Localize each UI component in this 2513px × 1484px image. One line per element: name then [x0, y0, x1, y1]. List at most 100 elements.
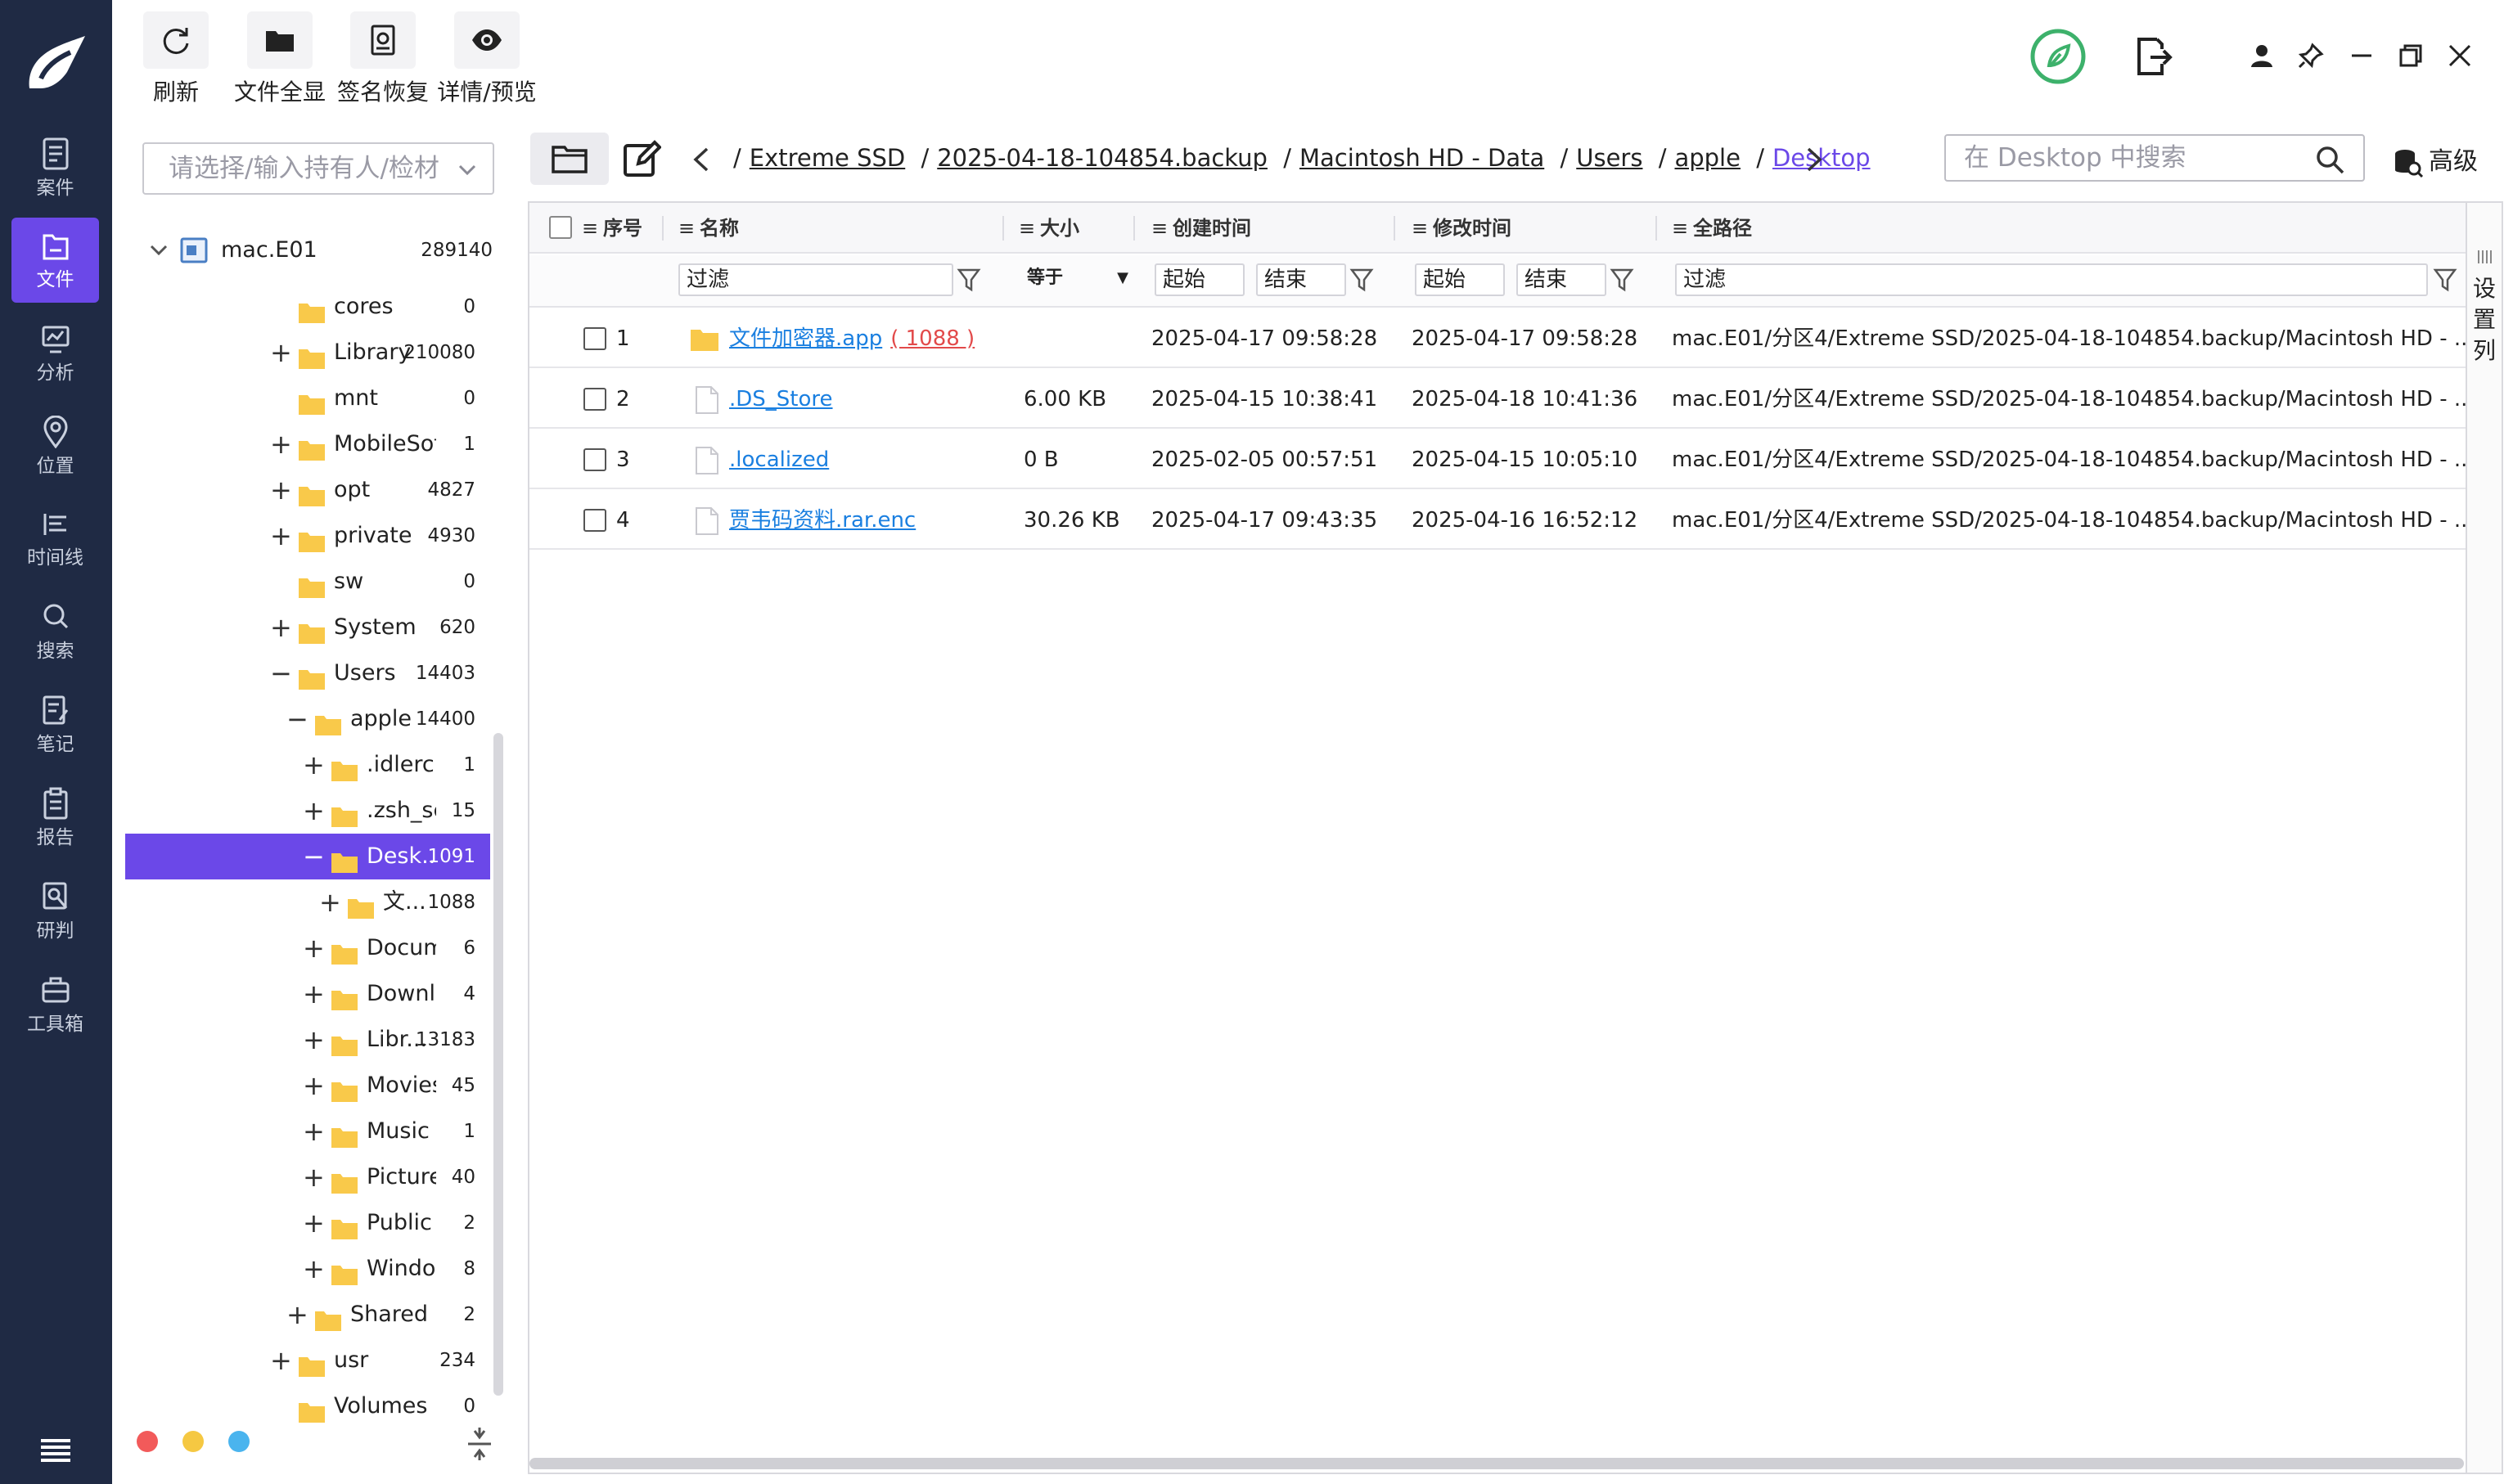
- nav-item-notes[interactable]: 笔记: [11, 682, 99, 767]
- nav-item-judge[interactable]: 研判: [11, 869, 99, 954]
- expand-icon[interactable]: +: [270, 605, 292, 650]
- expand-icon[interactable]: +: [303, 971, 325, 1017]
- select-all-checkbox[interactable]: [549, 216, 572, 239]
- path-filter-input[interactable]: 过滤: [1675, 263, 2428, 296]
- nav-item-timeline[interactable]: 时间线: [11, 496, 99, 581]
- nav-item-files[interactable]: 文件: [11, 218, 99, 303]
- expand-icon[interactable]: +: [303, 742, 325, 788]
- child-count-link[interactable]: ( 1088 ): [890, 326, 975, 351]
- breadcrumb-segment[interactable]: Users: [1576, 144, 1642, 172]
- collapse-icon[interactable]: [465, 1428, 494, 1460]
- expand-icon[interactable]: +: [270, 330, 292, 375]
- user-button[interactable]: [2249, 43, 2275, 69]
- column-divider[interactable]: [1655, 216, 1657, 241]
- expand-icon[interactable]: +: [303, 1017, 325, 1063]
- row-checkbox[interactable]: [583, 388, 606, 411]
- blue-dot[interactable]: [228, 1431, 250, 1452]
- show-all-files-button[interactable]: 文件全显: [231, 11, 329, 106]
- tree-node[interactable]: + .zsh_se... 15: [125, 788, 485, 834]
- filter-icon[interactable]: [1349, 267, 1374, 293]
- table-row[interactable]: 3 .localized 0 B 2025-02-05 00:57:51 202…: [529, 430, 2475, 489]
- filter-icon[interactable]: [1610, 267, 1634, 293]
- tree-node[interactable]: − Users 14403: [125, 650, 485, 696]
- expand-icon[interactable]: +: [303, 1109, 325, 1154]
- nav-item-search[interactable]: 搜索: [11, 589, 99, 674]
- restore-button[interactable]: [2398, 43, 2424, 69]
- expand-icon[interactable]: +: [303, 1063, 325, 1109]
- horizontal-scrollbar[interactable]: [529, 1458, 2464, 1469]
- detail-preview-button[interactable]: 详情/预览: [434, 11, 540, 106]
- collapse-toggle-icon[interactable]: −: [303, 834, 325, 879]
- collapse-toggle-icon[interactable]: −: [270, 650, 292, 696]
- export-button[interactable]: [2132, 36, 2173, 77]
- header-fullpath[interactable]: ≡ 全路径: [1672, 203, 1752, 254]
- breadcrumb-segment[interactable]: Macintosh HD - Data: [1299, 144, 1544, 172]
- tree-node[interactable]: + Downlo... 4: [125, 971, 485, 1017]
- expand-icon[interactable]: +: [303, 925, 325, 971]
- modified-start-input[interactable]: 起始: [1415, 263, 1505, 296]
- tree-node[interactable]: − Desk... 1091: [125, 834, 490, 879]
- size-operator-select[interactable]: 等于 ▼: [1020, 263, 1135, 296]
- edit-path-icon[interactable]: [622, 139, 661, 178]
- row-name-link[interactable]: 贾韦码资料.rar.enc: [729, 491, 916, 550]
- expand-icon[interactable]: +: [319, 879, 341, 925]
- row-name-link[interactable]: .DS_Store: [729, 370, 833, 429]
- breadcrumb-segment[interactable]: Extreme SSD: [750, 144, 905, 172]
- minimize-button[interactable]: [2349, 43, 2375, 69]
- table-row[interactable]: 2 .DS_Store 6.00 KB 2025-04-15 10:38:41 …: [529, 370, 2475, 429]
- breadcrumb-segment[interactable]: apple: [1674, 144, 1741, 172]
- tree-node[interactable]: + .idlerc 1: [125, 742, 485, 788]
- expand-icon[interactable]: +: [303, 788, 325, 834]
- tree-node[interactable]: + Pictures 40: [125, 1154, 485, 1200]
- nav-item-location[interactable]: 位置: [11, 404, 99, 489]
- row-checkbox[interactable]: [583, 448, 606, 471]
- nav-item-analysis[interactable]: 分析: [11, 311, 99, 396]
- refresh-button[interactable]: 刷新: [143, 11, 209, 106]
- nav-item-case[interactable]: 案件: [11, 126, 99, 211]
- tree-node[interactable]: cores 0: [125, 284, 485, 330]
- yellow-dot[interactable]: [182, 1431, 204, 1452]
- signature-recovery-button[interactable]: 签名恢复: [334, 11, 432, 106]
- created-end-input[interactable]: 结束: [1256, 263, 1346, 296]
- column-divider[interactable]: [1394, 216, 1395, 241]
- forward-arrow-icon[interactable]: [1804, 146, 1825, 173]
- status-indicator[interactable]: [2029, 28, 2087, 85]
- filter-icon[interactable]: [2433, 267, 2457, 293]
- column-divider[interactable]: [1002, 216, 1004, 241]
- row-checkbox[interactable]: [583, 509, 606, 532]
- menu-icon[interactable]: [38, 1436, 74, 1465]
- table-row[interactable]: 1 文件加密器.app( 1088 ) 2025-04-17 09:58:28 …: [529, 309, 2475, 368]
- tree-node[interactable]: + opt 4827: [125, 467, 485, 513]
- tree-node[interactable]: + MobileSoft... 1: [125, 421, 485, 467]
- header-created[interactable]: ≡ 创建时间: [1151, 203, 1251, 254]
- name-filter-input[interactable]: 过滤: [678, 263, 953, 296]
- header-name[interactable]: ≡ 名称: [678, 203, 739, 254]
- expand-icon[interactable]: +: [270, 467, 292, 513]
- expand-icon[interactable]: +: [303, 1154, 325, 1200]
- tree-scrollbar[interactable]: [493, 733, 503, 1396]
- row-name-link[interactable]: 文件加密器.app: [729, 326, 882, 351]
- expand-icon[interactable]: +: [286, 1292, 308, 1338]
- filter-icon[interactable]: [957, 267, 981, 293]
- advanced-search-button[interactable]: 高级: [2393, 144, 2478, 180]
- row-name-link[interactable]: .localized: [729, 430, 829, 489]
- red-dot[interactable]: [137, 1431, 158, 1452]
- expand-icon[interactable]: +: [270, 513, 292, 559]
- collapse-toggle-icon[interactable]: −: [286, 696, 308, 742]
- search-input[interactable]: [1946, 136, 2290, 180]
- tree-node[interactable]: + System 620: [125, 605, 485, 650]
- tree-node[interactable]: + 文... 1088: [125, 879, 485, 925]
- tree-node[interactable]: + Movies 45: [125, 1063, 485, 1109]
- tree-node[interactable]: + usr 234: [125, 1338, 485, 1383]
- column-divider[interactable]: [662, 216, 664, 241]
- row-checkbox[interactable]: [583, 327, 606, 350]
- search-icon[interactable]: [2314, 144, 2345, 175]
- tree-node[interactable]: Volumes 0: [125, 1383, 485, 1429]
- back-arrow-icon[interactable]: [691, 146, 712, 173]
- header-index[interactable]: ≡ 序号: [582, 203, 642, 254]
- tree-root[interactable]: mac.E01 289140: [124, 227, 509, 273]
- expand-icon[interactable]: +: [270, 421, 292, 467]
- tree-node[interactable]: + Shared 2: [125, 1292, 485, 1338]
- header-size[interactable]: ≡ 大小: [1019, 203, 1079, 254]
- expand-icon[interactable]: +: [270, 1338, 292, 1383]
